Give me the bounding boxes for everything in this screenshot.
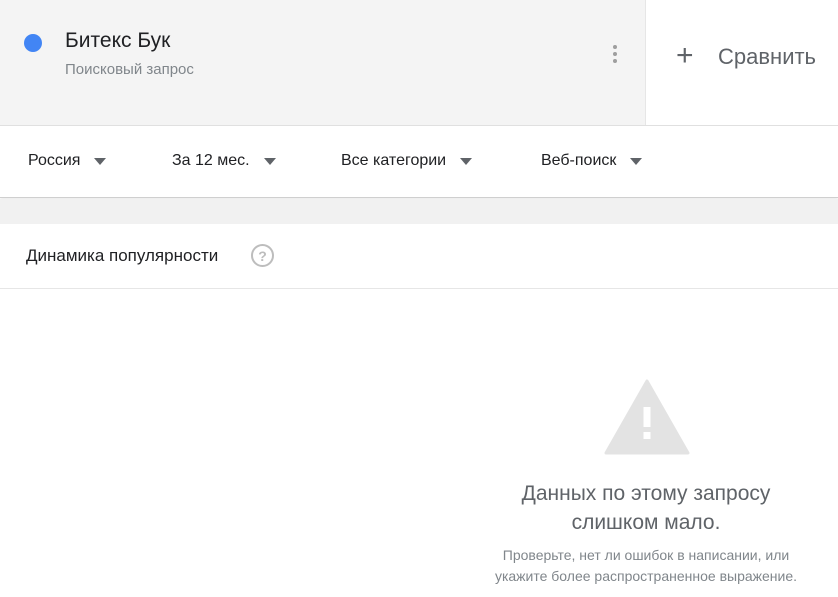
plus-icon: + [676, 39, 694, 72]
period-filter-label: За 12 мес. [172, 152, 250, 169]
empty-state-title-line2: слишком мало. [571, 511, 721, 534]
more-options-icon[interactable] [604, 38, 626, 70]
search-term-card[interactable]: Битекс Бук Поисковый запрос [0, 0, 646, 125]
compare-label: Сравнить [718, 44, 817, 69]
panel-title: Динамика популярности [26, 246, 219, 265]
compare-button[interactable]: + Сравнить [646, 0, 838, 125]
category-filter-dropdown[interactable]: Все категории [341, 152, 473, 170]
term-header: Битекс Бук Поисковый запрос + Сравнить [0, 0, 838, 126]
term-type-label: Поисковый запрос [65, 61, 194, 78]
chevron-down-icon [630, 157, 643, 165]
category-filter-label: Все категории [341, 152, 447, 169]
region-filter-dropdown[interactable]: Россия [28, 152, 107, 170]
empty-state-hint-line1: Проверьте, нет ли ошибок в написании, ил… [502, 547, 790, 563]
chevron-down-icon [460, 157, 473, 165]
filter-bar: Россия За 12 мес. Все категории Веб-поис… [0, 126, 838, 198]
term-name: Битекс Бук [65, 29, 171, 52]
chevron-down-icon [263, 157, 276, 165]
empty-state-title-line1: Данных по этому запросу [521, 482, 771, 505]
search-type-filter-label: Веб-поиск [541, 152, 617, 169]
chevron-down-icon [94, 157, 107, 165]
region-filter-label: Россия [28, 152, 81, 169]
panel-header: Динамика популярности ? [0, 224, 838, 289]
warning-icon [604, 379, 690, 455]
term-color-dot [24, 34, 42, 52]
search-type-filter-dropdown[interactable]: Веб-поиск [541, 152, 643, 170]
empty-state-title: Данных по этому запросу слишком мало. [430, 479, 838, 537]
interest-over-time-panel: Динамика популярности ? Данных по этому … [0, 224, 838, 597]
section-divider [0, 199, 838, 224]
period-filter-dropdown[interactable]: За 12 мес. [172, 152, 276, 170]
empty-state-hint: Проверьте, нет ли ошибок в написании, ил… [430, 545, 838, 587]
empty-state-hint-line2: укажите более распространенное выражение… [494, 568, 798, 584]
help-icon[interactable]: ? [251, 244, 274, 267]
